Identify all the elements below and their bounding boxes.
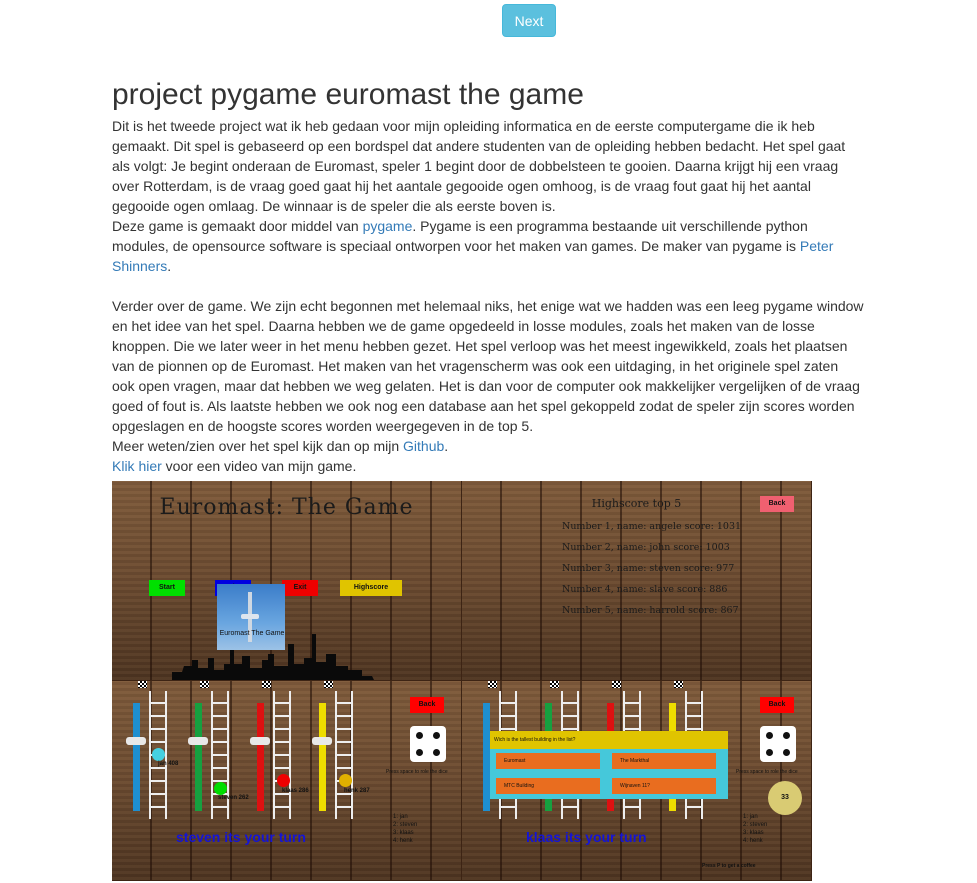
- player-label-henk: henk 287: [344, 788, 370, 794]
- video-paragraph: Klik hier voor een video van mijn game.: [112, 458, 357, 474]
- ladder: [335, 691, 353, 819]
- article: project pygame euromast the game Dit is …: [112, 76, 864, 476]
- highscore-row: Number 3, name: steven score: 977: [562, 563, 735, 574]
- video-link[interactable]: Klik hier: [112, 458, 162, 474]
- pygame-link[interactable]: pygame: [363, 218, 413, 234]
- github-paragraph: Meer weten/zien over het spel kijk dan o…: [112, 438, 449, 454]
- pawn-jan: [152, 748, 165, 761]
- finish-flag-icon: [674, 681, 683, 688]
- question-screen: Wich is the tallest building in the list…: [462, 681, 811, 880]
- pygame-paragraph: Deze game is gemaakt door middel van pyg…: [112, 218, 834, 274]
- highscore-back-button: Back: [760, 496, 794, 512]
- pawn-steven: [214, 782, 227, 795]
- page-title: project pygame euromast the game: [112, 78, 584, 111]
- highscore-row: Number 5, name: harrold score: 867: [562, 605, 739, 616]
- finish-flag-icon: [612, 681, 621, 688]
- start-button: Start: [149, 580, 185, 596]
- question-back-button: Back: [760, 697, 794, 713]
- highscore-screen: Highscore top 5 Back Number 1, name: ang…: [462, 481, 811, 680]
- rotterdam-skyline: [172, 634, 374, 680]
- turn-indicator: steven its your turn: [176, 829, 306, 845]
- tower-disc: [126, 737, 146, 745]
- highscore-row: Number 1, name: angele score: 1031: [562, 521, 742, 532]
- highscore-row: Number 2, name: john score: 1003: [562, 542, 730, 553]
- player-label-steven: steven 262: [218, 795, 249, 801]
- board-back-button: Back: [410, 697, 444, 713]
- tower-pole-blue: [483, 703, 490, 811]
- turn-indicator: klaas its your turn: [526, 829, 647, 845]
- countdown-timer: 33: [768, 781, 802, 815]
- exit-button: Exit: [282, 580, 318, 596]
- tower-disc: [312, 737, 332, 745]
- intro-paragraph: Dit is het tweede project wat ik heb ged…: [112, 118, 846, 214]
- tower-disc: [188, 737, 208, 745]
- tower-disc: [250, 737, 270, 745]
- answer-option: Wijnaven 11?: [612, 778, 716, 794]
- finish-flag-icon: [550, 681, 559, 688]
- ranking-list: 1: jan 2: steven 3: klaas 4: henk: [393, 814, 418, 844]
- next-button[interactable]: Next: [502, 4, 556, 37]
- answer-option: MTC Building: [496, 778, 600, 794]
- ranking-list: 1: jan 2: steven 3: klaas 4: henk: [743, 814, 768, 844]
- github-link[interactable]: Github: [403, 438, 444, 454]
- details-paragraph: Verder over de game. We zijn echt begonn…: [112, 298, 864, 434]
- highscore-button: Highscore: [340, 580, 402, 596]
- tower-pole-red: [257, 703, 264, 811]
- player-label-jan: jan 408: [158, 761, 179, 767]
- menu-screen: Euromast: The Game Start Rules Exit High…: [112, 481, 461, 680]
- finish-flag-icon: [200, 681, 209, 688]
- dice-instruction: Press space to role the dice: [386, 769, 448, 775]
- finish-flag-icon: [138, 681, 147, 688]
- player-label-klaas: klaas 286: [282, 788, 309, 794]
- answer-option: Euromast: [496, 753, 600, 769]
- highscore-title: Highscore top 5: [591, 497, 682, 510]
- dice-instruction: Press space to role the dice: [736, 769, 798, 775]
- game-title: Euromast: The Game: [159, 495, 414, 520]
- dice: [760, 726, 796, 762]
- question-text: Wich is the tallest building in the list…: [490, 731, 728, 749]
- ladder: [273, 691, 291, 819]
- pawn-henk: [339, 774, 352, 787]
- pawn-klaas: [277, 774, 290, 787]
- tower-disc: [241, 614, 259, 619]
- tower-pole-green: [195, 703, 202, 811]
- highscore-row: Number 4, name: slave score: 886: [562, 584, 728, 595]
- game-screenshot: Euromast: The Game Start Rules Exit High…: [112, 481, 812, 881]
- answer-option: The Markthal: [612, 753, 716, 769]
- tower-pole-yellow: [319, 703, 326, 811]
- finish-flag-icon: [262, 681, 271, 688]
- finish-flag-icon: [324, 681, 333, 688]
- coffee-hint: Press P to get a coffee: [702, 863, 756, 869]
- board-screen: jan 408 steven 262 klaas 286 henk 287 Ba…: [112, 681, 461, 880]
- dice: [410, 726, 446, 762]
- finish-flag-icon: [488, 681, 497, 688]
- tower-pole-blue: [133, 703, 140, 811]
